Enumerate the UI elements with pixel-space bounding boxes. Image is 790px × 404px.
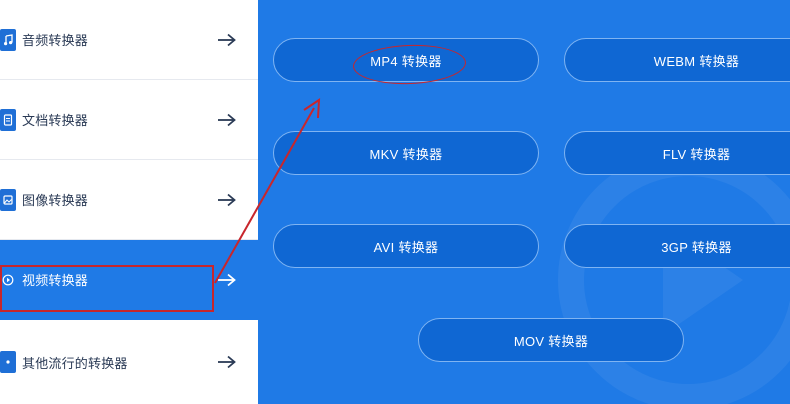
sidebar-item-label: 视频转换器 [22,273,89,288]
sidebar-item-video-converter[interactable]: 视频转换器 [0,240,258,320]
document-icon [0,108,16,131]
sidebar-item-other-converters[interactable]: 其他流行的转换器 [0,320,258,404]
video-converter-panel: MP4 转换器 WEBM 转换器 MKV 转换器 FLV 转换器 AVI 转换器… [258,0,790,404]
3gp-converter-button[interactable]: 3GP 转换器 [564,224,790,268]
mov-converter-button[interactable]: MOV 转换器 [418,318,684,362]
mp4-converter-button[interactable]: MP4 转换器 [273,38,539,82]
sidebar-item-audio-converter[interactable]: 音频转换器 [0,0,258,80]
more-dots-icon [0,351,16,373]
converter-sidebar: 音频转换器 文档转换器 图像转换器 视频转换器 其他流行的转换器 [0,0,258,404]
sidebar-item-document-converter[interactable]: 文档转换器 [0,80,258,160]
arrow-right-icon [216,32,238,48]
music-note-icon [0,28,16,51]
sidebar-item-label: 其他流行的转换器 [22,355,128,371]
image-icon [0,188,16,211]
arrow-right-icon [216,112,238,128]
play-circle-icon [0,268,16,291]
arrow-right-icon [216,354,238,370]
avi-converter-button[interactable]: AVI 转换器 [273,224,539,268]
sidebar-item-label: 文档转换器 [22,113,89,128]
sidebar-item-image-converter[interactable]: 图像转换器 [0,160,258,240]
webm-converter-button[interactable]: WEBM 转换器 [564,38,790,82]
mkv-converter-button[interactable]: MKV 转换器 [273,131,539,175]
arrow-right-icon [216,192,238,208]
flv-converter-button[interactable]: FLV 转换器 [564,131,790,175]
sidebar-item-label: 图像转换器 [22,193,89,208]
arrow-right-icon [216,272,238,288]
sidebar-item-label: 音频转换器 [22,33,89,48]
